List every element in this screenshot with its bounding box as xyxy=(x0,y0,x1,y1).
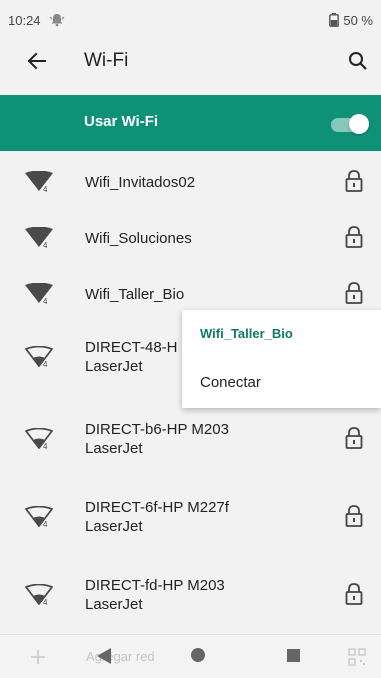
lock-icon xyxy=(345,505,363,527)
nav-home-icon[interactable] xyxy=(191,648,205,662)
network-item[interactable]: 4 DIRECT-6f-HP M227f LaserJet xyxy=(0,490,381,546)
lock-icon xyxy=(345,226,363,248)
lock-icon xyxy=(345,170,363,192)
network-context-menu: Wifi_Taller_Bio Conectar xyxy=(182,310,381,408)
bottom-bar: Agregar red xyxy=(0,634,381,678)
wifi-signal-weak-icon: 4 xyxy=(25,584,53,606)
wifi-toggle-row[interactable]: Usar Wi-Fi xyxy=(0,95,381,151)
wifi-signal-strong-icon: 4 xyxy=(25,171,53,193)
network-item[interactable]: 4 DIRECT-fd-HP M203 LaserJet xyxy=(0,568,381,624)
svg-text:4: 4 xyxy=(43,360,48,368)
svg-text:4: 4 xyxy=(43,520,48,528)
wifi-switch[interactable] xyxy=(331,111,369,135)
wifi-toggle-label: Usar Wi-Fi xyxy=(84,113,159,130)
wifi-signal-weak-icon: 4 xyxy=(25,506,53,528)
back-arrow-icon[interactable] xyxy=(24,48,50,74)
nav-back-icon[interactable] xyxy=(94,646,114,666)
network-name: DIRECT-fd-HP M203 LaserJet xyxy=(85,576,255,614)
svg-text:4: 4 xyxy=(43,442,48,450)
wifi-signal-strong-icon: 4 xyxy=(25,227,53,249)
add-icon[interactable] xyxy=(30,649,46,665)
svg-text:4: 4 xyxy=(43,297,48,305)
network-name-line2: LaserJet xyxy=(85,440,143,457)
network-name-line1: DIRECT-fd-HP M203 xyxy=(85,577,225,594)
nav-recents-icon[interactable] xyxy=(287,649,300,662)
svg-text:4: 4 xyxy=(43,185,48,193)
search-icon[interactable] xyxy=(345,48,371,74)
network-item[interactable]: 4 Wifi_Soluciones xyxy=(0,211,381,267)
lock-icon xyxy=(345,427,363,449)
menu-title: Wifi_Taller_Bio xyxy=(200,326,293,341)
connect-menu-item[interactable]: Conectar xyxy=(200,374,261,391)
network-item[interactable]: 4 Wifi_Invitados02 xyxy=(0,155,381,211)
wifi-signal-weak-icon: 4 xyxy=(25,428,53,450)
wifi-signal-weak-icon: 4 xyxy=(25,346,53,368)
network-item[interactable]: 4 DIRECT-b6-HP M203 LaserJet xyxy=(0,412,381,468)
network-name: Wifi_Invitados02 xyxy=(85,174,196,191)
svg-text:4: 4 xyxy=(43,598,48,606)
wifi-signal-strong-icon: 4 xyxy=(25,283,53,305)
battery-icon xyxy=(329,13,340,27)
network-name-line1: DIRECT-b6-HP M203 xyxy=(85,421,229,438)
lock-icon xyxy=(345,583,363,605)
notification-bell-icon xyxy=(49,14,64,27)
svg-text:4: 4 xyxy=(43,241,48,249)
network-name: Wifi_Soluciones xyxy=(85,230,192,247)
network-name-line2: LaserJet xyxy=(85,518,143,535)
status-bar: 10:24 50 % xyxy=(0,0,381,40)
lock-icon xyxy=(345,282,363,304)
status-time: 10:24 xyxy=(8,12,41,28)
switch-thumb xyxy=(349,114,369,134)
page-title: Wi-Fi xyxy=(84,50,129,71)
network-name: Wifi_Taller_Bio xyxy=(85,286,185,303)
app-bar: Wi-Fi xyxy=(0,40,381,82)
network-name: DIRECT-b6-HP M203 LaserJet xyxy=(85,420,255,458)
network-name-line2: LaserJet xyxy=(85,596,143,613)
network-name: DIRECT-6f-HP M227f LaserJet xyxy=(85,498,255,536)
network-name-line1: DIRECT-6f-HP M227f xyxy=(85,499,229,516)
qr-code-icon[interactable] xyxy=(348,648,366,666)
battery-level: 50 % xyxy=(343,12,373,28)
